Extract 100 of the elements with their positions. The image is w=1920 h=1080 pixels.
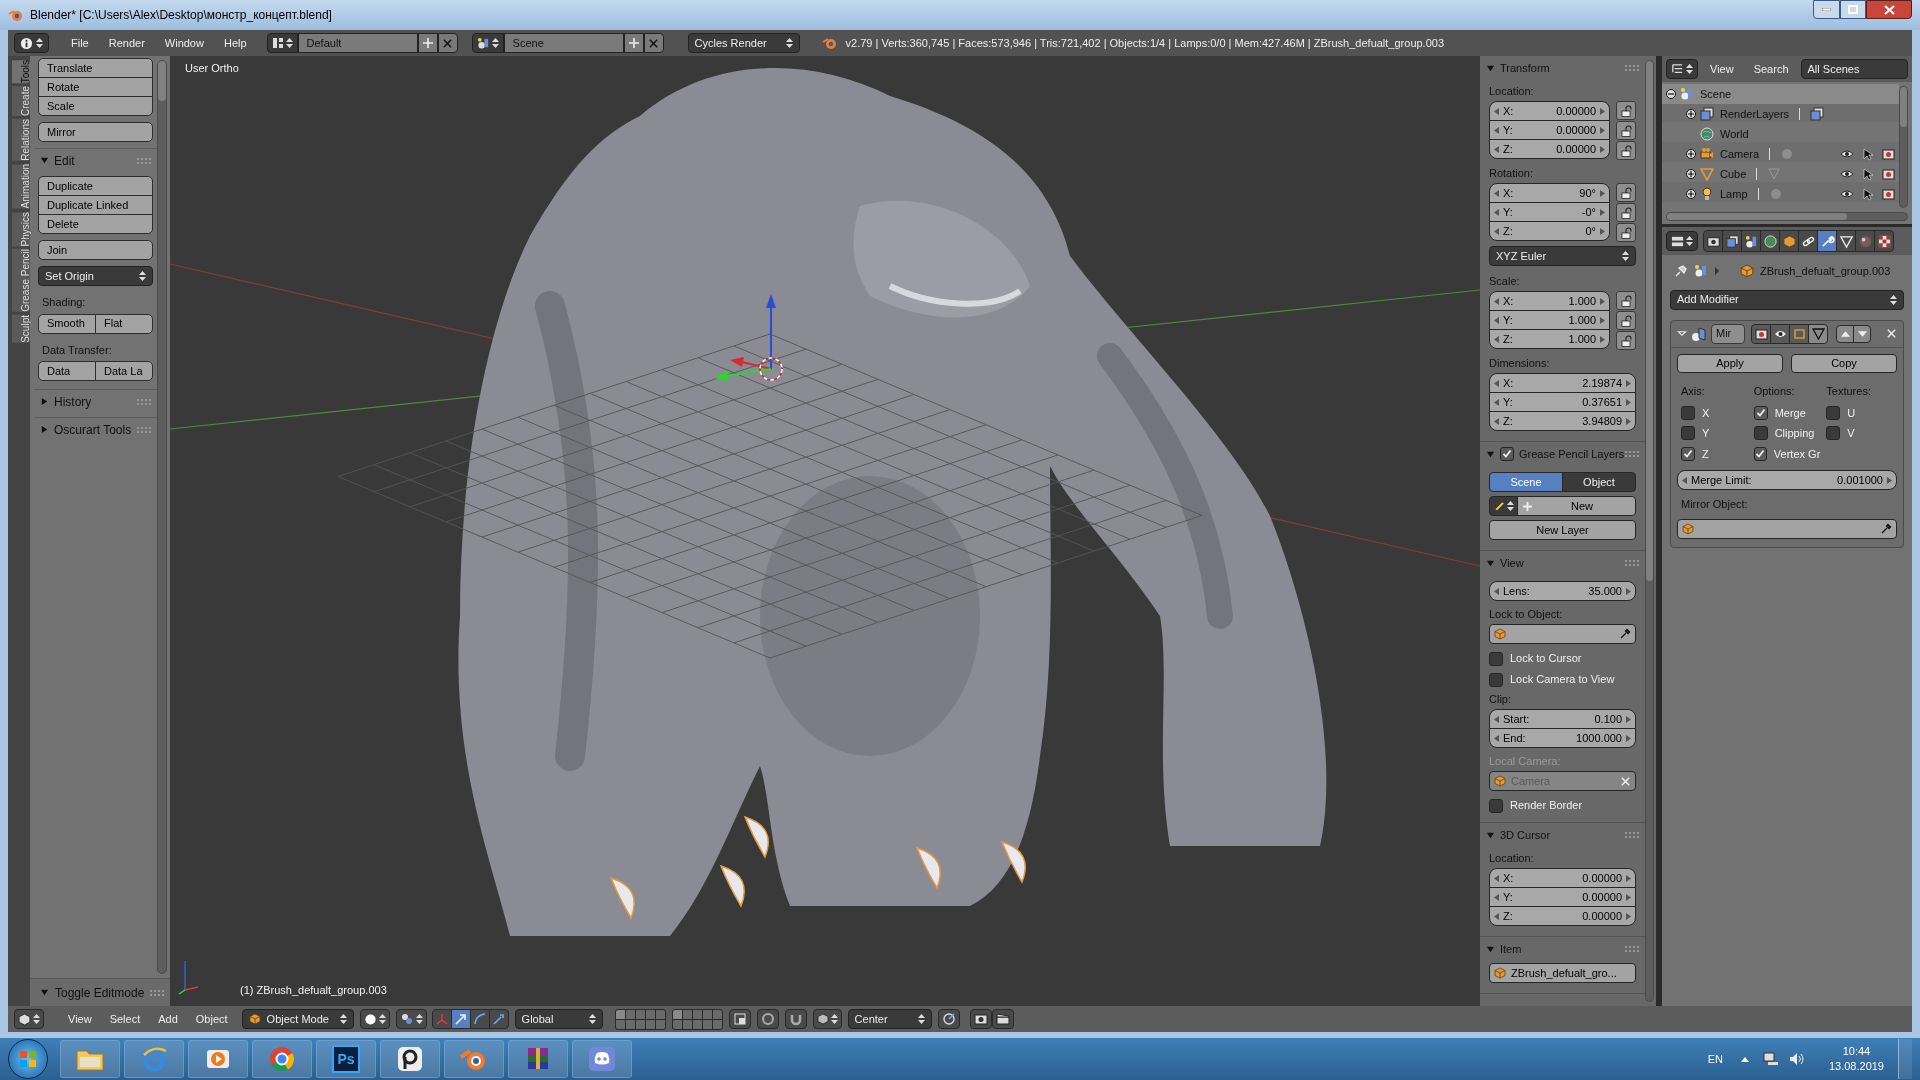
tool-shelf-tab[interactable]: Tools [12,60,30,84]
tool-button[interactable]: Duplicate [38,176,153,196]
field-label: Location: [1489,851,1535,867]
number-field[interactable]: Y: 0.37651 [1489,392,1636,412]
menu-item[interactable]: Search [1745,60,1797,78]
section-label: Shading: [41,295,87,310]
new-layer-button[interactable]: New Layer [1489,520,1636,540]
object-field[interactable]: ZBrush_defualt_gro... [1489,963,1636,983]
number-field[interactable]: Z: 1.000 [1489,329,1610,349]
tool-button[interactable]: Join [38,240,153,260]
panel-header[interactable]: Edit [54,151,132,170]
number-field[interactable]: X: 2.19874 [1489,373,1636,393]
number-field[interactable]: X: 0.00000 [1489,101,1610,121]
number-field[interactable]: Start: 0.100 [1489,709,1636,729]
menu-item[interactable]: View [1702,60,1742,78]
snap-target-dropdown[interactable]: Center [847,1009,932,1029]
number-field[interactable]: Y: 0.00000 [1489,120,1610,140]
new-button[interactable]: New [1517,496,1636,516]
number-field[interactable]: End: 1000.000 [1489,728,1636,748]
modifier-action-button[interactable]: Copy [1791,353,1897,373]
field-label: Rotation: [1489,166,1535,182]
tool-shelf-tab[interactable]: Sculpt [12,314,30,343]
add-modifier-dropdown[interactable]: Add Modifier [1670,289,1904,310]
outliner-row[interactable]: Camera [1662,144,1899,164]
outliner-row[interactable]: World [1662,124,1899,144]
clock[interactable]: 10:44 13.08.2019 [1818,1044,1894,1074]
menu-item[interactable]: Render [100,34,153,52]
modifier-name-field[interactable]: Mir [1711,323,1745,344]
number-field[interactable]: Y: 1.000 [1489,310,1610,330]
tool-shelf-tab[interactable]: Animation [12,164,30,209]
number-field[interactable]: Merge Limit: 0.001000 [1677,470,1897,490]
tool-button[interactable]: Delete [38,214,153,234]
tool-shelf-tab[interactable]: Relations [12,119,30,162]
menu-item[interactable]: File [63,34,97,52]
tool-button[interactable]: Scale [38,96,153,116]
tool-button[interactable]: Data [38,361,96,381]
view-name-label: User Ortho [185,61,239,76]
number-field[interactable]: Y: 0.00000 [1489,887,1636,907]
checkbox-label: Lock Camera to View [1510,672,1615,688]
field-label: Location: [1489,84,1535,100]
tool-button[interactable]: Translate [38,58,153,78]
checkbox-label: Vertex Gr [1773,446,1821,462]
input-language-indicator[interactable]: EN [1707,1050,1723,1068]
tool-button[interactable]: Smooth [38,313,96,334]
set-origin-dropdown[interactable]: Set Origin [38,266,153,286]
orientation-dropdown[interactable]: Global [514,1009,603,1029]
checkbox-label: U [1847,405,1856,421]
active-object-label: (1) ZBrush_defualt_group.003 [240,983,387,998]
checkbox-label: X [1702,405,1710,421]
menu-item[interactable]: Help [215,34,255,52]
menu-item[interactable]: Add [150,1010,186,1028]
number-field[interactable]: Z: 3.94809 [1489,411,1636,431]
number-field[interactable]: Lens: 35.000 [1489,581,1636,601]
menu-item[interactable]: View [60,1010,100,1028]
rotation-mode-dropdown[interactable]: XYZ Euler [1489,246,1636,266]
scene-statistics: v2.79 | Verts:360,745 | Faces:573,946 | Tris:721,402 | Objects:1/4 | Lamps:0/0 | Mem:427.46M | ZBrush_defualt_group.003 [845,35,1445,51]
outliner-row[interactable]: RenderLayers [1662,104,1899,124]
column-heading: Options: [1753,383,1796,399]
number-field[interactable]: Y: -0° [1489,202,1610,222]
menu-item[interactable]: Select [101,1010,149,1028]
field-label: Clip: [1489,692,1512,708]
outliner-row[interactable]: Cube [1662,164,1899,184]
photoshop-logo: Ps [332,1045,360,1073]
scene-name-field[interactable]: Scene [503,33,624,53]
checkbox-label: Merge [1774,405,1806,421]
toggle-option[interactable]: Object [1562,472,1636,492]
number-field[interactable]: X: 90° [1489,183,1610,203]
display-mode-dropdown[interactable]: All Scenes [1800,59,1908,79]
tool-button[interactable]: Flat [95,313,153,334]
context-path: ZBrush_defualt_group.003 [1760,264,1891,279]
number-field[interactable]: X: 1.000 [1489,291,1610,311]
tool-button[interactable]: Rotate [38,77,153,97]
section-label: Data Transfer: [41,342,113,358]
tool-shelf-tab[interactable]: Grease Pencil [12,249,30,312]
number-field[interactable]: Z: 0° [1489,221,1610,241]
panel-header[interactable]: History [54,392,132,411]
checkbox-label: Y [1702,426,1710,441]
field-label: Mirror Object: [1680,497,1749,512]
number-field[interactable]: X: 0.00000 [1489,868,1636,888]
number-field[interactable]: Z: 0.00000 [1489,906,1636,926]
layout-name-field[interactable]: Default [297,33,418,53]
taskbar-app-button[interactable]: Ps [316,1040,376,1078]
panel-header[interactable]: Oscurart Tools [54,420,132,439]
toggle-option[interactable]: Scene [1489,472,1563,492]
tool-button[interactable]: Data La [95,361,153,381]
outliner-row[interactable]: Lamp [1662,184,1899,204]
render-engine-dropdown[interactable]: Cycles Render [687,33,800,53]
tool-shelf-tab[interactable]: Physics [12,211,30,246]
outliner-row[interactable]: Scene [1662,84,1899,104]
menu-item[interactable]: Window [156,34,212,52]
checkbox-label: Render Border [1510,798,1583,814]
tool-shelf-tab[interactable]: Create [12,86,30,117]
checkbox-label: V [1847,426,1855,441]
tool-button[interactable]: Mirror [38,122,153,142]
modifier-action-button[interactable]: Apply [1677,353,1783,373]
menu-item[interactable]: Object [187,1010,236,1028]
number-field[interactable]: Z: 0.00000 [1489,139,1610,159]
mode-dropdown[interactable]: Object Mode [241,1009,354,1029]
tool-button[interactable]: Duplicate Linked [38,195,153,215]
field-label: Lock to Object: [1489,607,1564,623]
